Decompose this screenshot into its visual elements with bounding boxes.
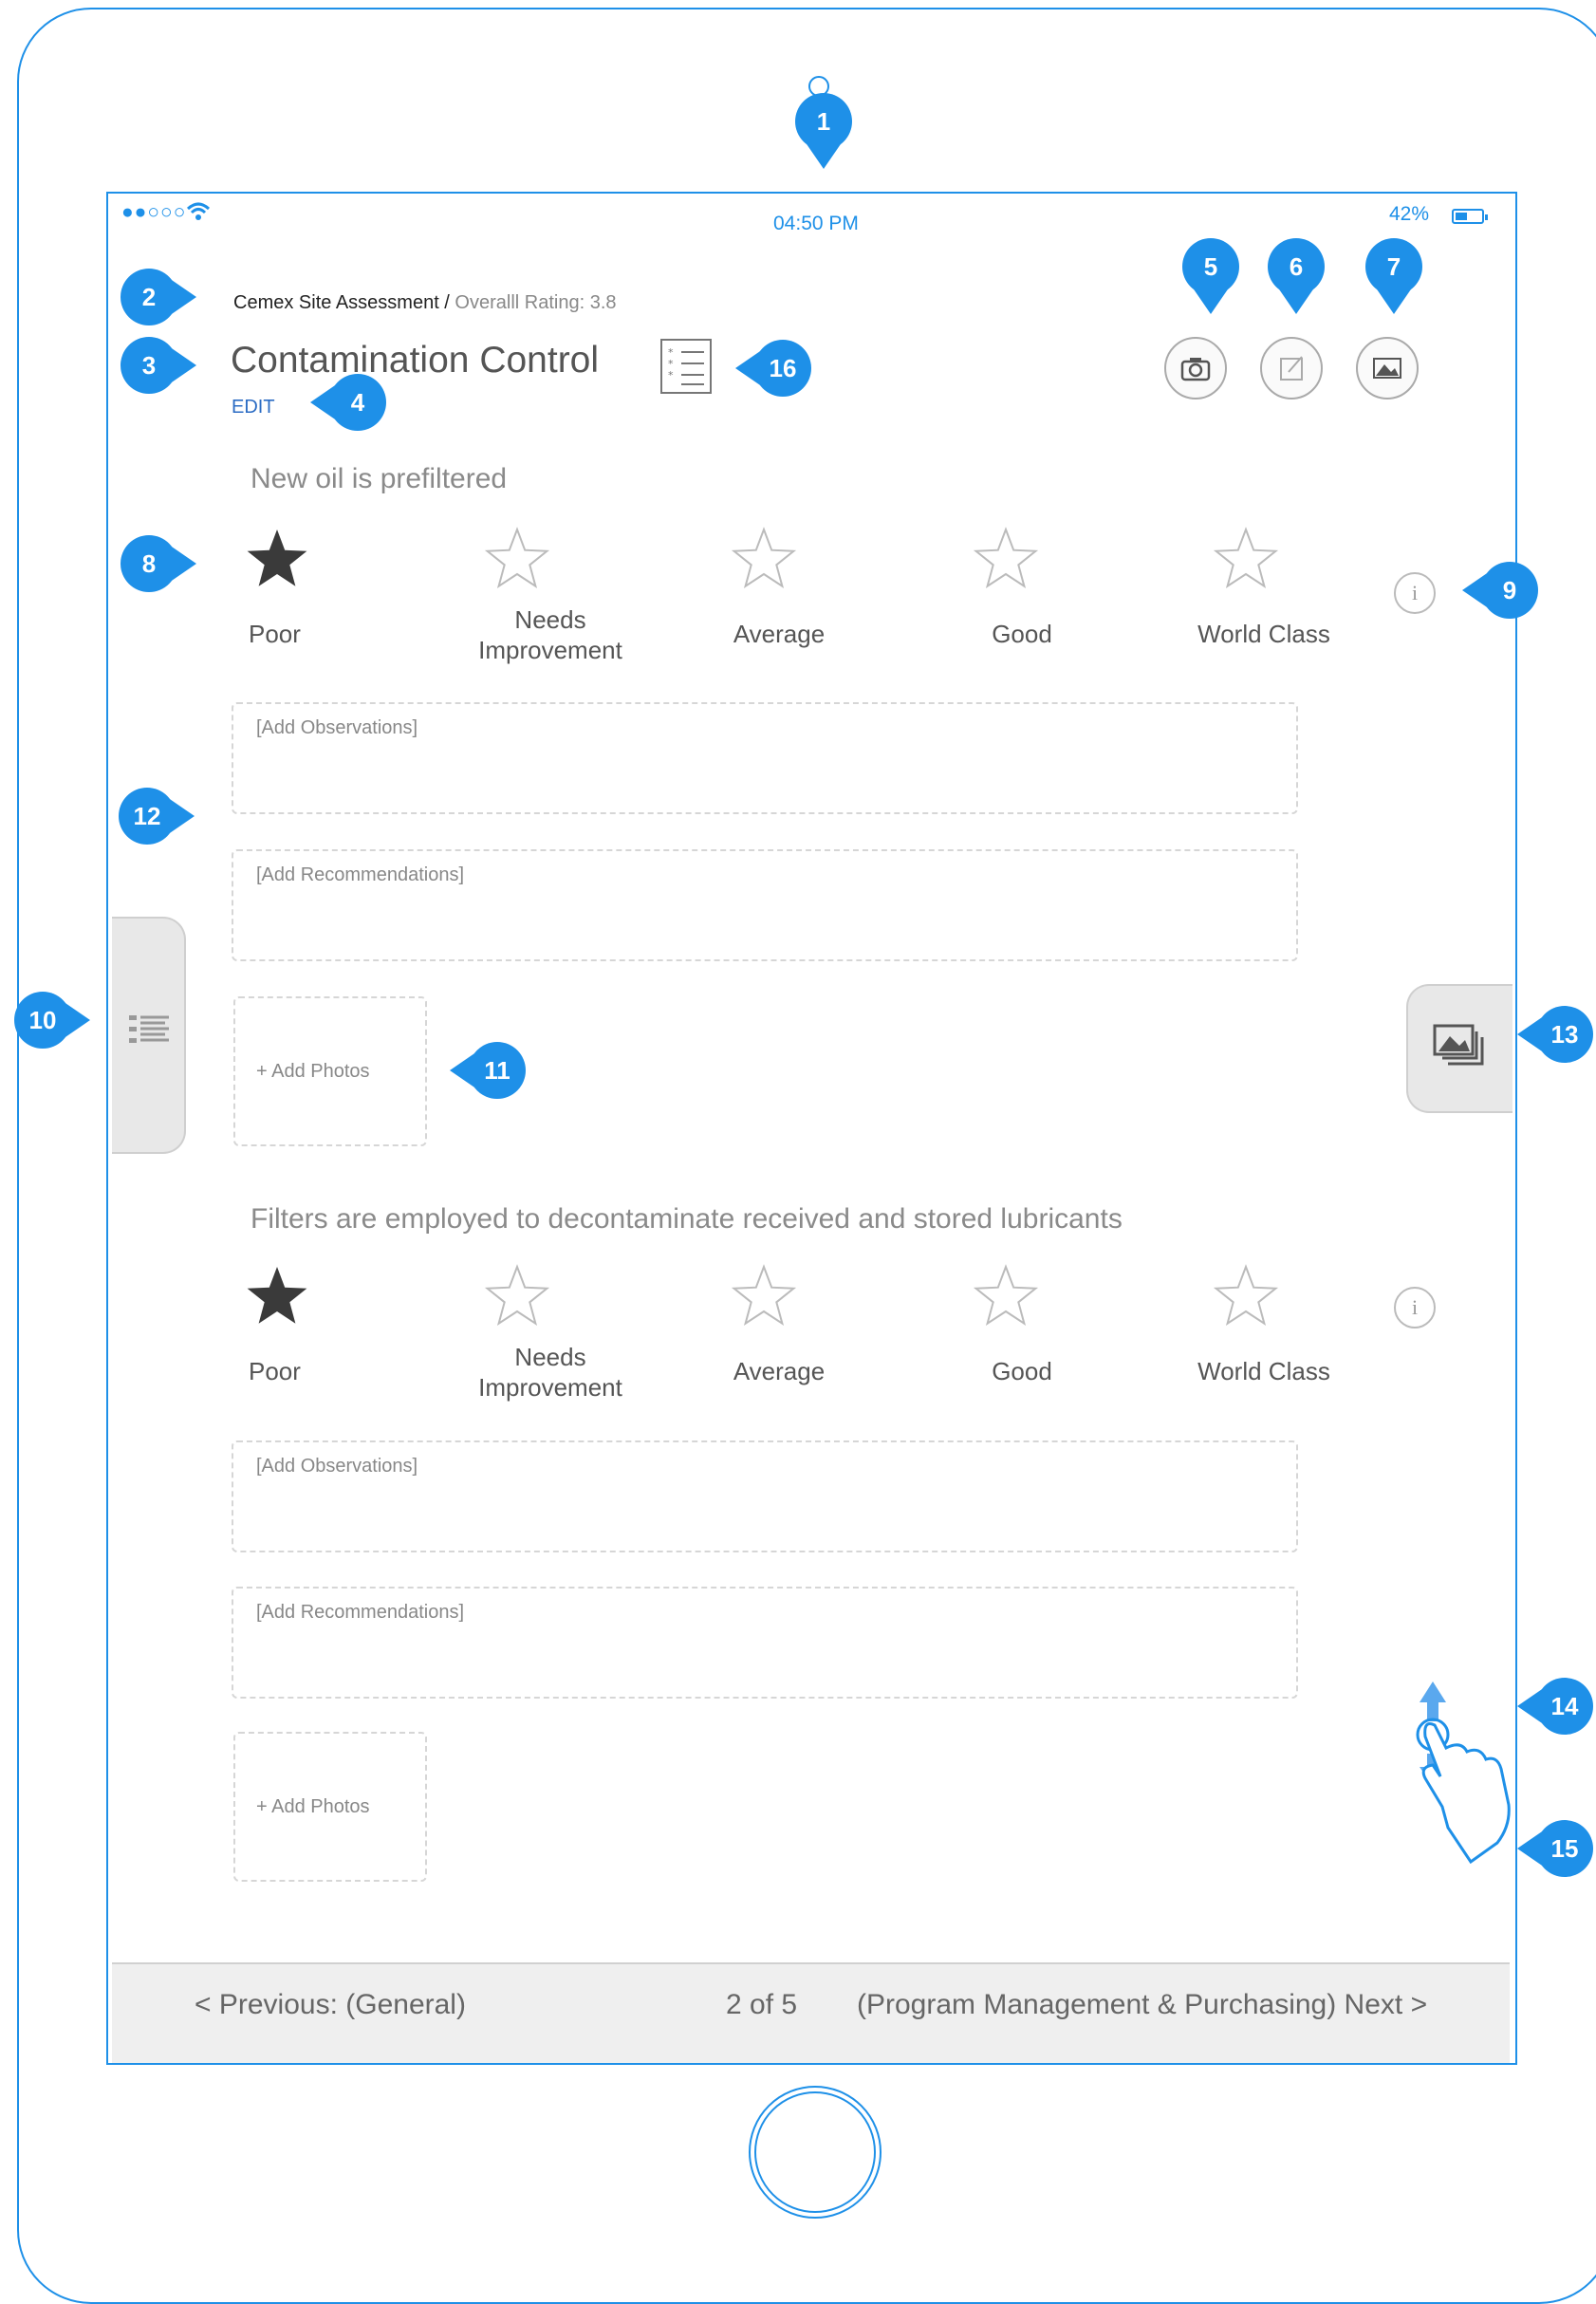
star-filled-icon[interactable] xyxy=(243,525,311,593)
callout-number: 13 xyxy=(1551,1020,1579,1049)
callout-number: 7 xyxy=(1387,252,1401,281)
rating-label: Poor xyxy=(249,1357,301,1385)
callout-number: 6 xyxy=(1290,252,1303,281)
star-empty-icon[interactable] xyxy=(972,525,1040,593)
callout-marker: 16 xyxy=(735,340,811,397)
callout-marker: 15 xyxy=(1517,1820,1593,1877)
rating-label: Needs Improvement xyxy=(478,605,622,664)
star-empty-icon[interactable] xyxy=(483,1262,551,1330)
callout-marker: 10 xyxy=(14,992,90,1049)
star-empty-icon[interactable] xyxy=(483,525,551,593)
callout-number: 15 xyxy=(1551,1834,1579,1863)
callout-number: 16 xyxy=(770,354,797,382)
star-filled-icon[interactable] xyxy=(243,1262,311,1330)
callout-marker: 11 xyxy=(450,1042,526,1099)
callout-marker: 9 xyxy=(1462,562,1538,619)
rating-label: World Class xyxy=(1197,1357,1330,1385)
callout-layer: 12345 6 78910111213141516 xyxy=(14,93,1593,1877)
callout-marker: 2 xyxy=(121,269,196,325)
callout-number: 1 xyxy=(817,107,830,136)
star-empty-icon[interactable] xyxy=(730,525,798,593)
star-empty-icon[interactable] xyxy=(730,1262,798,1330)
callout-number: 12 xyxy=(134,802,161,830)
callout-number: 3 xyxy=(142,351,156,380)
rating-label: Good xyxy=(992,620,1052,648)
callout-marker: 6 xyxy=(1268,238,1325,314)
rating-label: Poor xyxy=(249,620,301,648)
star-empty-icon[interactable] xyxy=(1212,1262,1280,1330)
callout-number: 11 xyxy=(484,1056,510,1085)
callout-marker: 13 xyxy=(1517,1006,1593,1063)
callout-number: 10 xyxy=(29,1006,57,1034)
callout-marker: 3 xyxy=(121,337,196,394)
callout-marker: 14 xyxy=(1517,1678,1593,1735)
rating-label: Average xyxy=(733,620,826,648)
callout-marker: 5 xyxy=(1182,238,1239,314)
rating-label: Good xyxy=(992,1357,1052,1385)
callout-marker: 4 xyxy=(310,374,386,431)
callout-number: 14 xyxy=(1551,1692,1579,1720)
callout-marker: 1 xyxy=(795,93,852,169)
star-empty-icon[interactable] xyxy=(1212,525,1280,593)
callout-number: 8 xyxy=(142,549,156,578)
callout-number: 4 xyxy=(351,388,365,417)
rating-label: World Class xyxy=(1197,620,1330,648)
callout-number: 2 xyxy=(142,283,156,311)
callout-marker: 8 xyxy=(121,535,196,592)
callout-number: 9 xyxy=(1503,576,1516,604)
callout-marker: 7 xyxy=(1365,238,1422,314)
callout-number: 5 xyxy=(1204,252,1217,281)
star-empty-icon[interactable] xyxy=(972,1262,1040,1330)
rating-label: Needs Improvement xyxy=(478,1343,622,1402)
rating-label: Average xyxy=(733,1357,826,1385)
callout-marker: 12 xyxy=(119,788,195,845)
